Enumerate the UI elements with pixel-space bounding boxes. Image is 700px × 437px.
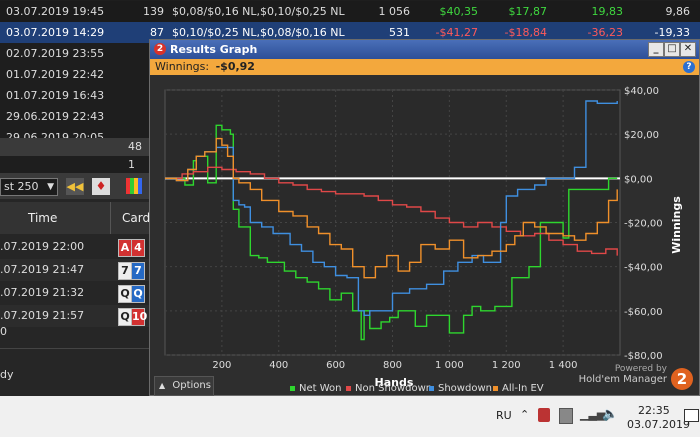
legend-item[interactable]: Non Showdown — [346, 383, 432, 394]
rewind-icon[interactable]: ◀◀ — [66, 178, 84, 195]
winnings-value: -$0,92 — [215, 60, 255, 73]
legend-swatch — [493, 385, 498, 391]
hand-list-footer-number: 0 — [0, 325, 7, 338]
hand-time: .07.2019 21:32 — [0, 286, 85, 299]
app-badge-icon: 2 — [154, 43, 166, 55]
card-c2: 4 — [131, 239, 145, 257]
winnings-label: Winnings: — [155, 60, 210, 73]
notification-icon[interactable] — [684, 409, 699, 422]
x-tick-label: 200 — [212, 360, 231, 371]
legend-label: Showdown — [438, 383, 492, 394]
hand-row[interactable]: .07.2019 21:57 Q 10 — [0, 305, 150, 327]
session-cell-date: 29.06.2019 22:43 — [6, 110, 105, 123]
y-tick-label: -$80,00 — [624, 351, 663, 362]
legend-swatch — [429, 385, 434, 391]
language-indicator[interactable]: RU — [496, 409, 512, 422]
results-graph-chart[interactable]: $40,00 $20,00 $0,00 -$20,00 -$40,00 -$60,00 -$… — [150, 75, 699, 395]
hand-time: .07.2019 21:47 — [0, 263, 85, 276]
windows-taskbar: RU ⌃ ▁▃▅ 🔈 22:35 03.07.2019 — [0, 396, 700, 437]
help-icon[interactable]: ? — [683, 61, 695, 73]
column-header-time[interactable]: Time — [28, 211, 57, 225]
legend-item[interactable]: Showdown — [429, 383, 492, 394]
status-text: dy — [0, 368, 14, 381]
session-row[interactable]: 03.07.2019 19:45 139 $0,08/$0,16 NL,$0,10/… — [0, 1, 700, 22]
winnings-bar: Winnings: -$0,92 ? — [150, 59, 699, 75]
total-hands: 48 1 — [128, 140, 142, 171]
brand-line-2: Hold'em Manager — [578, 374, 667, 385]
session-cell-a: $40,35 — [439, 5, 479, 18]
session-cell-b: $17,87 — [508, 5, 548, 18]
session-cell-c: 19,83 — [591, 5, 624, 18]
hand-row[interactable]: .07.2019 21:47 7 7 — [0, 259, 150, 281]
legend-label: Non Showdown — [355, 383, 433, 394]
results-graph-titlebar[interactable]: 2 Results Graph _ □ ✕ — [150, 40, 699, 59]
chevron-down-icon: ▼ — [47, 182, 54, 192]
legend-swatch — [346, 385, 351, 391]
clock-date[interactable]: 03.07.2019 — [627, 418, 690, 431]
hand-row[interactable]: .07.2019 21:32 Q Q — [0, 282, 150, 304]
y-tick-label: -$60,00 — [624, 307, 663, 318]
y-axis-title: Winnings — [670, 196, 683, 254]
options-button[interactable]: ▲ Options — [154, 376, 214, 396]
legend-label: Net Won — [299, 383, 342, 394]
replay-icon[interactable]: ♦ — [92, 178, 110, 195]
session-cell-d: 9,86 — [665, 5, 691, 18]
session-cell-hands: 139 — [143, 5, 164, 18]
legend-item[interactable]: All-In EV — [493, 383, 544, 394]
brand-logo: Powered by Hold'em Manager 2 — [570, 364, 695, 394]
clock-time[interactable]: 22:35 — [638, 404, 670, 417]
legend-label: All-In EV — [502, 383, 544, 394]
brand-badge-icon: 2 — [671, 368, 693, 390]
brand-line-1: Powered by — [614, 364, 667, 374]
session-cell-date: 02.07.2019 23:55 — [6, 47, 105, 60]
hand-time: .07.2019 22:00 — [0, 240, 85, 253]
results-graph-window: 2 Results Graph _ □ ✕ Winnings: -$0,92 ?… — [149, 39, 700, 396]
session-cell-date: 03.07.2019 14:29 — [6, 26, 105, 39]
x-tick-label: 600 — [326, 360, 345, 371]
hand-time: .07.2019 21:57 — [0, 309, 85, 322]
card-c1: A — [118, 239, 132, 257]
tray-volume-icon[interactable]: 🔈 — [602, 407, 618, 422]
y-tick-label: $40,00 — [624, 86, 659, 97]
y-tick-label: -$40,00 — [624, 263, 663, 274]
card-c1: Q — [118, 308, 132, 326]
card-c2: Q — [131, 285, 145, 303]
x-tick-label: 800 — [383, 360, 402, 371]
legend-item[interactable]: Net Won — [290, 383, 342, 394]
y-tick-label: $0,00 — [624, 174, 653, 185]
filter-select-value: st 250 — [4, 180, 39, 193]
session-cell-stakes: $0,08/$0,16 NL,$0,10/$0,25 NL — [172, 5, 345, 18]
x-tick-label: 400 — [269, 360, 288, 371]
options-label: Options — [172, 380, 211, 391]
hand-row[interactable]: .07.2019 22:00 A 4 — [0, 236, 150, 258]
legend-swatch — [290, 385, 295, 391]
chevron-up-icon: ▲ — [159, 381, 166, 390]
minimize-icon[interactable]: _ — [648, 42, 664, 57]
grid-icon[interactable] — [126, 178, 142, 194]
session-cell-n: 1 056 — [378, 5, 411, 18]
maximize-icon[interactable]: □ — [664, 42, 680, 57]
tray-network-icon[interactable] — [559, 408, 573, 424]
x-tick-label: 1 000 — [435, 360, 464, 371]
x-tick-label: 1 200 — [492, 360, 521, 371]
session-cell-date: 01.07.2019 22:42 — [6, 68, 105, 81]
tray-security-icon[interactable] — [538, 408, 550, 422]
y-tick-label: -$20,00 — [624, 219, 663, 230]
card-c2: 7 — [131, 262, 145, 280]
card-c1: 7 — [118, 262, 132, 280]
tray-expand-icon[interactable]: ⌃ — [520, 408, 529, 421]
y-tick-label: $20,00 — [624, 130, 659, 141]
close-icon[interactable]: ✕ — [680, 42, 696, 57]
card-c2: 10 — [131, 308, 147, 326]
window-title: Results Graph — [170, 43, 258, 56]
session-cell-date: 01.07.2019 16:43 — [6, 89, 105, 102]
filter-select[interactable]: st 250 ▼ — [0, 178, 58, 196]
session-cell-date: 03.07.2019 19:45 — [6, 5, 105, 18]
card-c1: Q — [118, 285, 132, 303]
hand-list-panel: st 250 ▼ ◀◀ ♦ Time Cards .07.2019 22:00 A… — [0, 173, 156, 396]
